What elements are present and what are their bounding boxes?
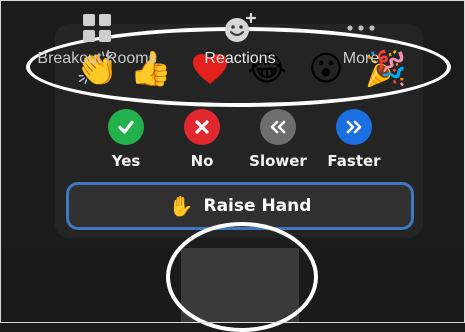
no-button[interactable]: No bbox=[164, 109, 240, 170]
yes-button[interactable]: Yes bbox=[88, 109, 164, 170]
breakout-rooms-label: Breakout Rooms bbox=[37, 50, 157, 67]
chevrons-right-icon bbox=[336, 109, 372, 145]
faster-label: Faster bbox=[327, 152, 381, 170]
x-icon bbox=[184, 109, 220, 145]
faster-button[interactable]: Faster bbox=[316, 109, 392, 170]
breakout-rooms-icon bbox=[82, 12, 112, 44]
reactions-highlight-ellipse bbox=[166, 222, 318, 332]
no-label: No bbox=[190, 152, 214, 170]
more-button[interactable]: More bbox=[326, 0, 396, 75]
raise-hand-label: Raise Hand bbox=[203, 196, 312, 216]
more-dots-icon bbox=[346, 12, 376, 44]
yes-label: Yes bbox=[111, 152, 141, 170]
reactions-label: Reactions bbox=[204, 50, 276, 67]
raised-hand-icon: ✋ bbox=[168, 194, 194, 218]
slower-label: Slower bbox=[249, 152, 307, 170]
check-icon bbox=[108, 109, 144, 145]
chevrons-left-icon bbox=[260, 109, 296, 145]
reactions-button[interactable]: Reactions bbox=[181, 0, 299, 75]
add-reaction-icon bbox=[223, 12, 257, 44]
more-label: More bbox=[342, 50, 380, 67]
breakout-rooms-button[interactable]: Breakout Rooms bbox=[22, 0, 172, 75]
slower-button[interactable]: Slower bbox=[240, 109, 316, 170]
